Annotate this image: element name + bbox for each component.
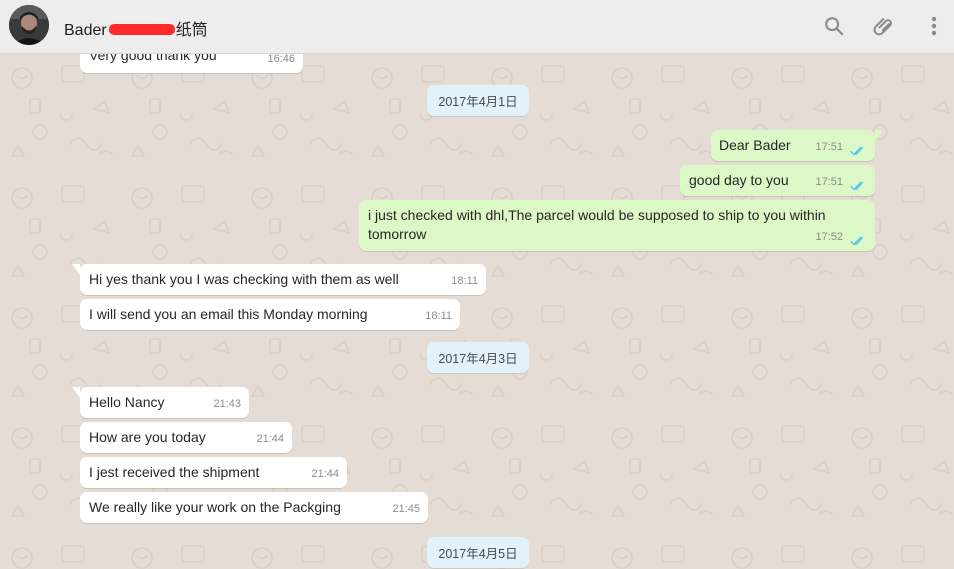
date-divider: 2017年4月1日 — [427, 85, 529, 116]
read-receipt-icon — [850, 146, 864, 156]
bubble-tail — [72, 387, 80, 398]
message-time: 21:45 — [392, 503, 420, 515]
contact-name-prefix: Bader — [64, 22, 107, 39]
message-text: Hello Nancy — [89, 394, 165, 410]
message-time: 21:43 — [213, 398, 241, 410]
chat-header: Bader 纸筒 — [0, 0, 954, 54]
scrollbar[interactable] — [948, 54, 954, 569]
message-text: Hi yes thank you I was checking with the… — [89, 271, 399, 287]
message-text: I jest received the shipment — [89, 464, 260, 480]
read-receipt-icon — [850, 236, 864, 246]
message-incoming[interactable]: I will send you an email this Monday mor… — [80, 299, 460, 330]
bubble-tail — [875, 130, 883, 141]
message-outgoing[interactable]: Dear Bader 17:51 — [711, 130, 883, 161]
message-time: 17:51 — [815, 141, 843, 153]
message-time: 17:52 — [815, 231, 843, 243]
message-text: Dear Bader — [719, 137, 791, 153]
message-incoming[interactable]: Hello Nancy 21:43 — [72, 387, 249, 418]
date-divider: 2017年4月3日 — [427, 342, 529, 373]
message-text: How are you today — [89, 429, 206, 445]
message-text: i just checked with dhl,The parcel would… — [368, 207, 826, 242]
read-receipt-icon — [850, 181, 864, 191]
message-text: We really like your work on the Packging — [89, 499, 341, 515]
message-outgoing[interactable]: good day to you 17:51 — [680, 165, 875, 196]
message-time: 21:44 — [256, 433, 284, 445]
contact-name-suffix: 纸筒 — [175, 22, 208, 39]
message-incoming[interactable]: Very good thank you 16:46 — [80, 54, 303, 73]
contact-name[interactable]: Bader 纸筒 — [64, 16, 208, 40]
message-time: 18:11 — [425, 310, 452, 322]
bubble-tail — [72, 264, 80, 275]
message-incoming[interactable]: I jest received the shipment 21:44 — [80, 457, 347, 488]
message-incoming[interactable]: Hi yes thank you I was checking with the… — [72, 264, 486, 295]
message-time: 21:44 — [311, 468, 339, 480]
message-outgoing[interactable]: i just checked with dhl,The parcel would… — [359, 200, 875, 251]
date-divider: 2017年4月5日 — [427, 537, 529, 568]
message-time: 16:46 — [267, 54, 295, 65]
message-incoming[interactable]: We really like your work on the Packging… — [80, 492, 428, 523]
redaction-mark — [108, 24, 175, 36]
message-incoming[interactable]: How are you today 21:44 — [80, 422, 292, 453]
message-list[interactable]: Very good thank you 16:46 2017年4月1日 Dear… — [0, 54, 954, 569]
search-icon[interactable] — [821, 13, 847, 39]
message-time: 18:11 — [451, 275, 478, 287]
message-text: Very good thank you — [89, 54, 217, 63]
message-text: good day to you — [689, 172, 789, 188]
message-text: I will send you an email this Monday mor… — [89, 306, 368, 322]
message-time: 17:51 — [815, 176, 843, 188]
paperclip-icon[interactable] — [871, 13, 897, 39]
menu-icon[interactable] — [921, 13, 947, 39]
contact-avatar[interactable] — [9, 5, 49, 45]
